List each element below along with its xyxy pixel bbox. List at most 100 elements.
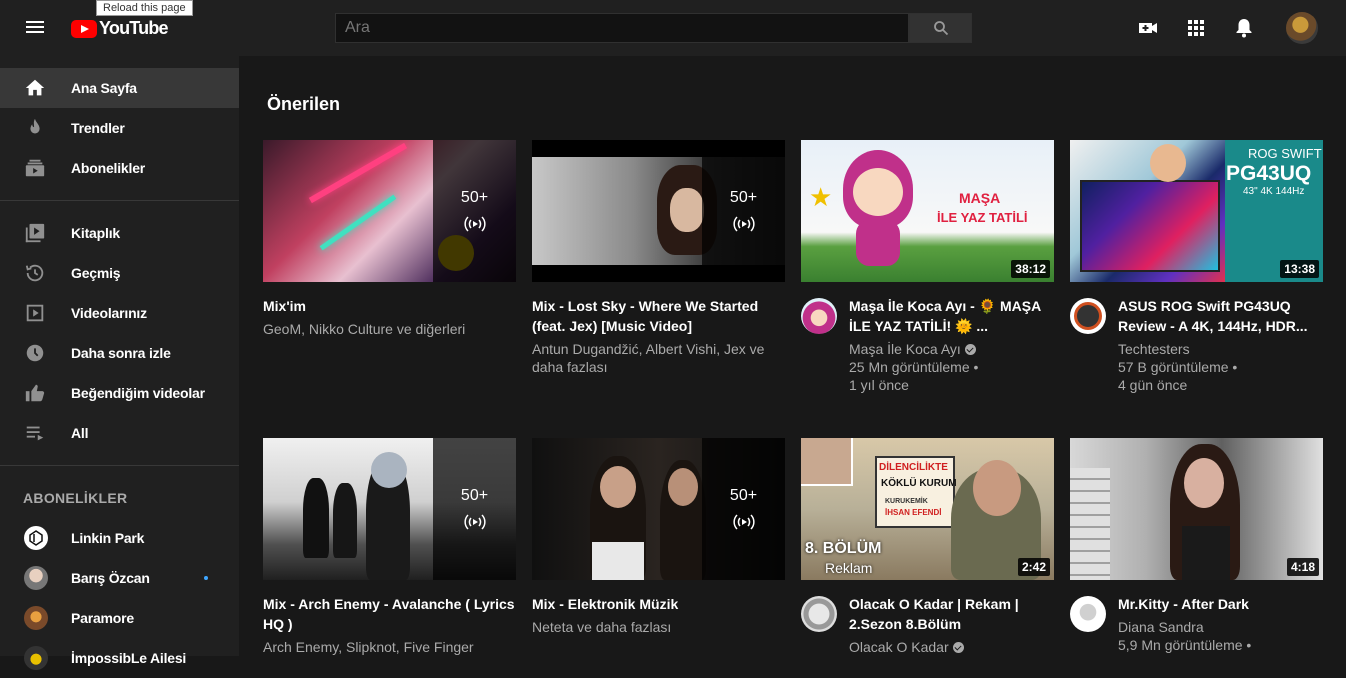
- section-title: Önerilen: [267, 94, 341, 114]
- channel-avatar: [24, 646, 48, 670]
- video-thumbnail[interactable]: 4:18: [1070, 438, 1323, 580]
- sidebar-item-label: Linkin Park: [71, 530, 145, 546]
- video-meta: GeoM, Nikko Culture ve diğerleri: [263, 321, 466, 337]
- sidebar-item-watch-later[interactable]: Daha sonra izle: [0, 333, 239, 373]
- video-title[interactable]: Mix - Elektronik Müzik: [532, 594, 785, 614]
- reload-tooltip: Reload this page: [96, 0, 193, 16]
- thumb-text: Reklam: [825, 560, 873, 576]
- video-card[interactable]: DİLENCİLİKTE KÖKLÜ KURUM KURUKEMİK İHSAN…: [801, 438, 1054, 656]
- account-avatar[interactable]: [1286, 12, 1318, 44]
- video-thumbnail[interactable]: 50+: [532, 140, 785, 282]
- youtube-play-icon: [71, 19, 97, 38]
- sidebar-item-label: Beğendiğim videolar: [71, 385, 205, 401]
- channel-name-row: Olacak O Kadar: [849, 638, 1054, 656]
- mix-radio-icon: [463, 216, 486, 232]
- divider: [0, 465, 239, 466]
- video-thumbnail[interactable]: DİLENCİLİKTE KÖKLÜ KURUM KURUKEMİK İHSAN…: [801, 438, 1054, 580]
- notifications-bell-icon[interactable]: [1232, 16, 1256, 40]
- video-duration: 4:18: [1286, 558, 1319, 576]
- video-title[interactable]: Mix - Lost Sky - Where We Started (feat.…: [532, 296, 785, 336]
- thumbs-up-icon: [24, 382, 46, 404]
- channel-name[interactable]: Techtesters: [1118, 340, 1323, 358]
- video-title[interactable]: Mix - Arch Enemy - Avalanche ( Lyrics HQ…: [263, 594, 516, 634]
- search-button[interactable]: [909, 13, 972, 43]
- logo-text: YouTube: [99, 18, 169, 38]
- video-meta: Antun Dugandžić, Albert Vishi, Jex ve da…: [532, 341, 765, 375]
- create-video-icon[interactable]: [1136, 16, 1160, 40]
- video-title[interactable]: ASUS ROG Swift PG43UQ Review - A 4K, 144…: [1118, 296, 1323, 336]
- video-card[interactable]: 50+ Mix - Arch Enemy - Avalanche ( Lyric…: [263, 438, 516, 656]
- video-duration: 2:42: [1017, 558, 1050, 576]
- playlist-icon: [24, 422, 46, 444]
- mix-overlay: 50+: [433, 140, 516, 282]
- video-title[interactable]: Mr.Kitty - After Dark: [1118, 594, 1323, 614]
- channel-avatar[interactable]: [801, 596, 837, 632]
- subscriptions-icon: [24, 157, 46, 179]
- subscription-baris-ozcan[interactable]: Barış Özcan: [0, 558, 239, 598]
- video-thumbnail[interactable]: 50+: [532, 438, 785, 580]
- sidebar-item-history[interactable]: Geçmiş: [0, 253, 239, 293]
- channel-avatar[interactable]: [801, 298, 837, 334]
- sidebar: Ana Sayfa Trendler Abonelikler Kitaplık …: [0, 56, 239, 670]
- sidebar-item-liked-videos[interactable]: Beğendiğim videolar: [0, 373, 239, 413]
- thumb-text: PG43UQ: [1226, 162, 1312, 185]
- video-title[interactable]: Mix'im: [263, 296, 516, 316]
- top-bar: YouTube Reload this page: [0, 0, 1346, 56]
- thumb-text: ROG SWIFT: [1248, 146, 1322, 161]
- divider: [0, 200, 239, 201]
- video-card[interactable]: ROG SWIFT PG43UQ 43" 4K 144Hz 13:38 ASUS…: [1070, 140, 1323, 394]
- sidebar-item-your-videos[interactable]: Videolarınız: [0, 293, 239, 333]
- video-duration: 38:12: [1011, 260, 1050, 278]
- video-duration: 13:38: [1280, 260, 1319, 278]
- video-card[interactable]: ★ MAŞA İLE YAZ TATİLİ 38:12 Maşa İle Koc…: [801, 140, 1054, 394]
- video-title[interactable]: Olacak O Kadar | Rekam | 2.Sezon 8.Bölüm: [849, 594, 1054, 634]
- new-content-dot: [204, 576, 208, 580]
- thumb-text: 43" 4K 144Hz: [1243, 186, 1305, 197]
- search-input[interactable]: [335, 13, 909, 43]
- channel-avatar[interactable]: [1070, 596, 1106, 632]
- channel-name[interactable]: Diana Sandra: [1118, 618, 1323, 636]
- video-card[interactable]: 50+ Mix - Elektronik Müzik Neteta ve dah…: [532, 438, 785, 636]
- sidebar-item-label: All: [71, 425, 89, 441]
- search-icon: [933, 21, 948, 36]
- subscription-paramore[interactable]: Paramore: [0, 598, 239, 638]
- video-card[interactable]: 50+ Mix - Lost Sky - Where We Started (f…: [532, 140, 785, 376]
- subscriptions-heading: ABONELİKLER: [23, 490, 128, 506]
- mix-radio-icon: [463, 514, 486, 530]
- video-title[interactable]: Maşa İle Koca Ayı - 🌻 MAŞA İLE YAZ TATİL…: [849, 296, 1054, 336]
- sidebar-item-trending[interactable]: Trendler: [0, 108, 239, 148]
- video-thumbnail[interactable]: 50+: [263, 438, 516, 580]
- video-meta: Neteta ve daha fazlası: [532, 619, 672, 635]
- sidebar-item-label: Kitaplık: [71, 225, 120, 241]
- apps-grid-icon[interactable]: [1184, 16, 1208, 40]
- channel-avatar[interactable]: [1070, 298, 1106, 334]
- thumb-text: KURUKEMİK: [885, 498, 928, 505]
- mix-count: 50+: [460, 189, 489, 206]
- mix-count: 50+: [729, 487, 758, 504]
- sidebar-item-label: Paramore: [71, 610, 134, 626]
- youtube-logo[interactable]: YouTube: [71, 18, 169, 39]
- video-card[interactable]: 4:18 Mr.Kitty - After Dark Diana Sandra …: [1070, 438, 1323, 654]
- sidebar-item-library[interactable]: Kitaplık: [0, 213, 239, 253]
- subscription-impossible-ailesi[interactable]: İmpossibLe Ailesi: [0, 638, 239, 678]
- video-thumbnail[interactable]: 50+: [263, 140, 516, 282]
- hamburger-menu-icon[interactable]: [22, 18, 48, 38]
- clock-icon: [24, 342, 46, 364]
- channel-name[interactable]: Maşa İle Koca Ayı: [849, 341, 961, 357]
- video-meta: Arch Enemy, Slipknot, Five Finger: [263, 639, 474, 655]
- subscription-linkin-park[interactable]: Linkin Park: [0, 518, 239, 558]
- sidebar-item-home[interactable]: Ana Sayfa: [0, 68, 239, 108]
- upload-age: 1 yıl önce: [849, 377, 909, 393]
- thumb-text: 8. BÖLÜM: [805, 540, 882, 557]
- sidebar-item-all[interactable]: All: [0, 413, 239, 453]
- video-thumbnail[interactable]: ★ MAŞA İLE YAZ TATİLİ 38:12: [801, 140, 1054, 282]
- thumb-text: MAŞA: [959, 190, 1001, 206]
- channel-name[interactable]: Olacak O Kadar: [849, 639, 949, 655]
- thumb-text: İHSAN EFENDİ: [885, 508, 942, 517]
- your-videos-icon: [24, 302, 46, 324]
- video-card[interactable]: 50+ Mix'im GeoM, Nikko Culture ve diğerl…: [263, 140, 516, 338]
- library-icon: [24, 222, 46, 244]
- sidebar-item-subscriptions[interactable]: Abonelikler: [0, 148, 239, 188]
- video-thumbnail[interactable]: ROG SWIFT PG43UQ 43" 4K 144Hz 13:38: [1070, 140, 1323, 282]
- sidebar-item-label: Daha sonra izle: [71, 345, 171, 361]
